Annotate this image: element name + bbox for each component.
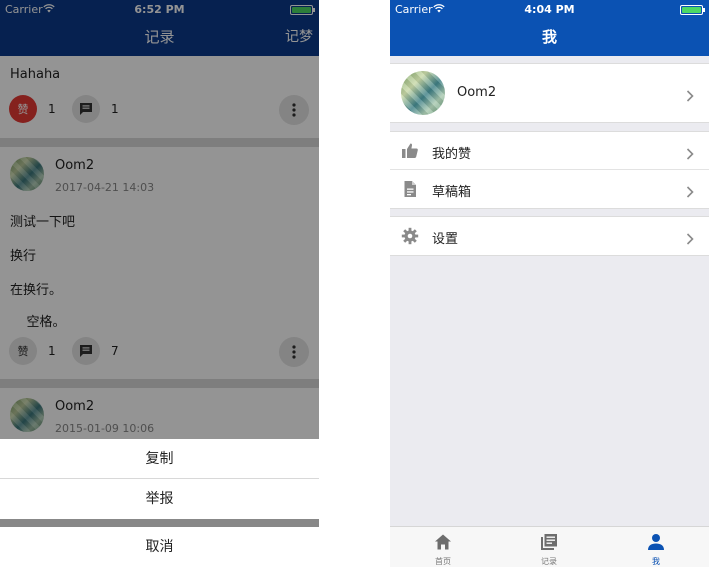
copy-button[interactable]: 复制: [0, 439, 319, 479]
home-icon: [434, 533, 452, 551]
chevron-right-icon: [686, 183, 694, 202]
thumbs-up-icon: [401, 142, 419, 160]
battery-icon: [680, 5, 705, 15]
tab-label: 记录: [541, 557, 557, 566]
settings-section: 设置: [390, 216, 709, 256]
status-bar: Carrier 4:04 PM: [390, 0, 709, 20]
chevron-right-icon: [686, 230, 694, 249]
profile-name: Oom2: [457, 85, 497, 100]
menu-item-drafts[interactable]: 草稿箱: [390, 170, 709, 208]
action-sheet: 复制 举报: [0, 439, 319, 519]
tab-bar: 首页 记录 我: [390, 526, 709, 567]
tab-label: 首页: [435, 557, 451, 566]
menu-item-label: 草稿箱: [432, 185, 472, 200]
tab-label: 我: [652, 557, 660, 566]
feed-screen: Carrier 6:52 PM 记录 记梦 Hahaha 赞 1 1 Oom2 …: [0, 0, 319, 567]
menu-item-settings[interactable]: 设置: [390, 217, 709, 255]
report-button[interactable]: 举报: [0, 479, 319, 519]
tab-home[interactable]: 首页: [390, 527, 496, 567]
tab-records[interactable]: 记录: [496, 527, 602, 567]
action-sheet-cancel: 取消: [0, 527, 319, 567]
person-icon: [647, 533, 665, 551]
profile-section: Oom2: [390, 63, 709, 123]
tab-me[interactable]: 我: [603, 527, 709, 567]
menu-item-label: 设置: [432, 232, 459, 247]
gear-icon: [401, 227, 419, 245]
cancel-button[interactable]: 取消: [0, 527, 319, 567]
profile-row[interactable]: Oom2: [390, 64, 709, 122]
chevron-right-icon: [686, 87, 694, 106]
page-title: 我: [541, 28, 557, 46]
content-section: 我的赞 草稿箱: [390, 131, 709, 209]
avatar: [401, 71, 445, 115]
clock: 4:04 PM: [524, 3, 575, 16]
menu-item-my-likes[interactable]: 我的赞: [390, 132, 709, 170]
chevron-right-icon: [686, 145, 694, 164]
profile-screen: Carrier 4:04 PM 我 Oom2 我的赞 草稿箱 设置 首页 记录 …: [390, 0, 709, 567]
document-icon: [401, 180, 419, 198]
menu-item-label: 我的赞: [432, 147, 472, 162]
records-icon: [540, 533, 558, 551]
navbar: Carrier 4:04 PM 我: [390, 0, 709, 56]
